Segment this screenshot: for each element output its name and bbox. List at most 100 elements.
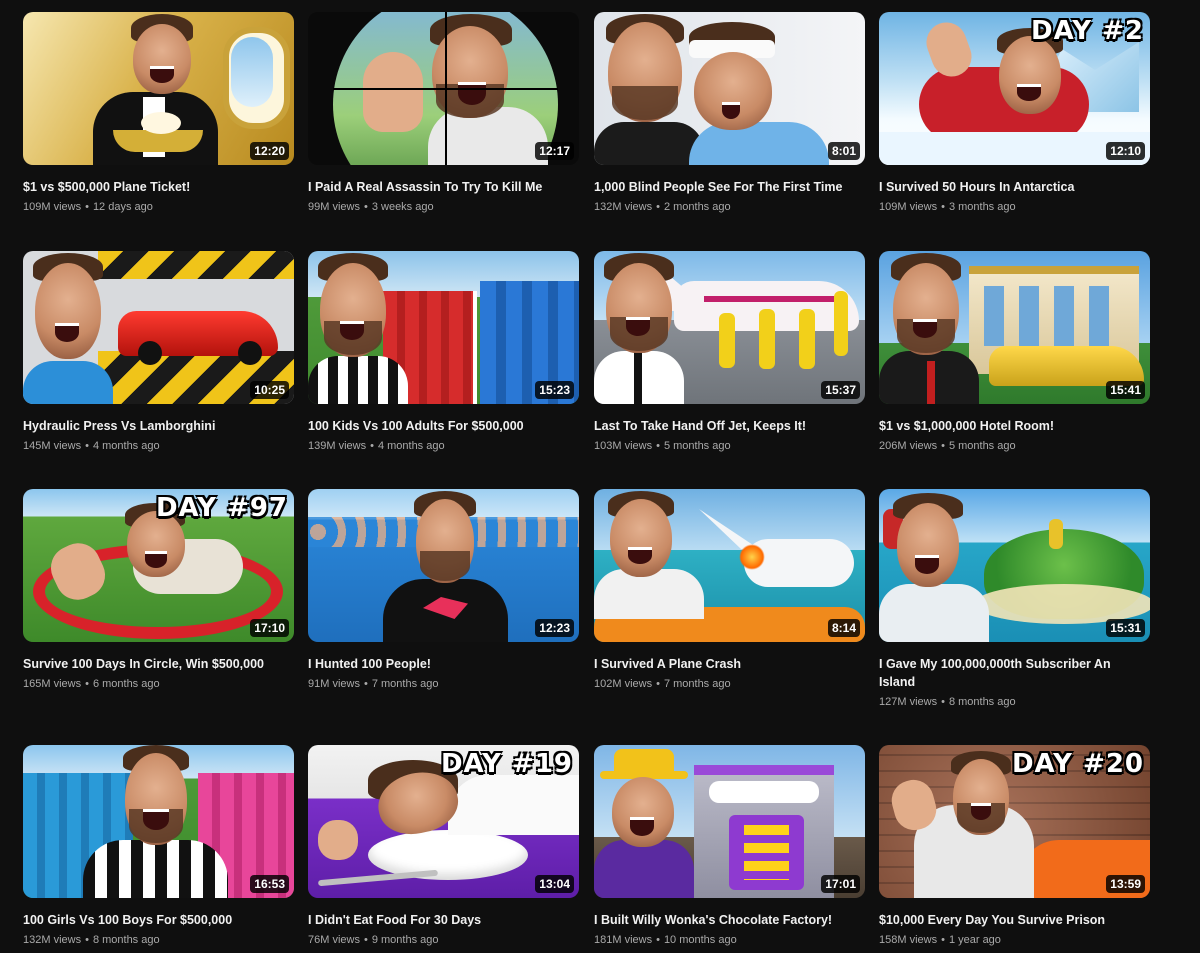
video-title[interactable]: 100 Girls Vs 100 Boys For $500,000 bbox=[23, 911, 294, 929]
video-card[interactable]: 15:23 100 Kids Vs 100 Adults For $500,00… bbox=[308, 251, 579, 453]
video-card[interactable]: DAY #97 17:10 Survive 100 Days In Circle… bbox=[23, 489, 294, 691]
video-meta: 165M views • 6 months ago bbox=[23, 677, 294, 691]
video-card[interactable]: DAY #2 12:10 I Survived 50 Hours In Anta… bbox=[879, 12, 1150, 214]
view-count: 109M views bbox=[23, 201, 82, 213]
video-title[interactable]: I Survived 50 Hours In Antarctica bbox=[879, 178, 1150, 196]
video-meta: 127M views • 8 months ago bbox=[879, 695, 1150, 709]
video-thumbnail[interactable]: 16:53 bbox=[23, 745, 294, 898]
video-thumbnail[interactable]: 8:01 bbox=[594, 12, 865, 165]
video-title[interactable]: I Paid A Real Assassin To Try To Kill Me bbox=[308, 178, 579, 196]
video-card[interactable]: DAY #19 13:04 I Didn't Eat Food For 30 D… bbox=[308, 745, 579, 947]
video-title[interactable]: I Hunted 100 People! bbox=[308, 655, 579, 673]
video-card[interactable]: 15:41 $1 vs $1,000,000 Hotel Room! 206M … bbox=[879, 251, 1150, 453]
video-duration: 16:53 bbox=[250, 875, 289, 893]
view-count: 132M views bbox=[594, 201, 653, 213]
meta-separator: • bbox=[656, 201, 660, 213]
video-title[interactable]: Last To Take Hand Off Jet, Keeps It! bbox=[594, 417, 865, 435]
video-meta: 76M views • 9 months ago bbox=[308, 933, 579, 947]
day-badge: DAY #19 bbox=[440, 749, 573, 779]
video-duration: 13:59 bbox=[1106, 875, 1145, 893]
video-title[interactable]: $10,000 Every Day You Survive Prison bbox=[879, 911, 1150, 929]
video-title[interactable]: $1 vs $1,000,000 Hotel Room! bbox=[879, 417, 1150, 435]
upload-age: 5 months ago bbox=[948, 440, 1016, 452]
view-count: 158M views bbox=[879, 934, 938, 946]
meta-separator: • bbox=[656, 440, 660, 452]
video-thumbnail[interactable]: DAY #97 17:10 bbox=[23, 489, 294, 642]
video-duration: 15:31 bbox=[1106, 619, 1145, 637]
day-badge: DAY #20 bbox=[1011, 749, 1144, 779]
meta-separator: • bbox=[941, 696, 945, 708]
video-thumbnail[interactable]: 12:23 bbox=[308, 489, 579, 642]
video-card[interactable]: 12:20 $1 vs $500,000 Plane Ticket! 109M … bbox=[23, 12, 294, 214]
video-title[interactable]: $1 vs $500,000 Plane Ticket! bbox=[23, 178, 294, 196]
video-duration: 10:25 bbox=[250, 381, 289, 399]
video-thumbnail[interactable]: 15:23 bbox=[308, 251, 579, 404]
meta-separator: • bbox=[363, 934, 368, 946]
meta-separator: • bbox=[85, 440, 89, 452]
video-thumbnail[interactable]: 8:14 bbox=[594, 489, 865, 642]
meta-separator: • bbox=[941, 440, 945, 452]
upload-age: 7 months ago bbox=[371, 678, 439, 690]
video-meta: 99M views • 3 weeks ago bbox=[308, 200, 579, 214]
video-thumbnail[interactable]: DAY #2 12:10 bbox=[879, 12, 1150, 165]
view-count: 103M views bbox=[594, 440, 653, 452]
video-meta: 102M views • 7 months ago bbox=[594, 677, 865, 691]
video-duration: 12:10 bbox=[1106, 142, 1145, 160]
view-count: 127M views bbox=[879, 696, 938, 708]
view-count: 139M views bbox=[308, 440, 367, 452]
video-duration: 12:17 bbox=[535, 142, 574, 160]
video-title[interactable]: Hydraulic Press Vs Lamborghini bbox=[23, 417, 294, 435]
video-duration: 13:04 bbox=[535, 875, 574, 893]
video-thumbnail[interactable]: 15:37 bbox=[594, 251, 865, 404]
video-meta: 206M views • 5 months ago bbox=[879, 439, 1150, 453]
video-card[interactable]: 10:25 Hydraulic Press Vs Lamborghini 145… bbox=[23, 251, 294, 453]
meta-separator: • bbox=[370, 440, 374, 452]
upload-age: 8 months ago bbox=[92, 934, 160, 946]
upload-age: 4 months ago bbox=[377, 440, 445, 452]
video-thumbnail[interactable]: 17:01 bbox=[594, 745, 865, 898]
video-card[interactable]: 16:53 100 Girls Vs 100 Boys For $500,000… bbox=[23, 745, 294, 947]
video-meta: 139M views • 4 months ago bbox=[308, 439, 579, 453]
meta-separator: • bbox=[941, 201, 945, 213]
video-thumbnail[interactable]: 15:31 bbox=[879, 489, 1150, 642]
video-meta: 132M views • 8 months ago bbox=[23, 933, 294, 947]
video-card[interactable]: 8:01 1,000 Blind People See For The Firs… bbox=[594, 12, 865, 214]
video-thumbnail[interactable]: 15:41 bbox=[879, 251, 1150, 404]
day-badge: DAY #97 bbox=[155, 493, 288, 523]
video-card[interactable]: 12:17 I Paid A Real Assassin To Try To K… bbox=[308, 12, 579, 214]
upload-age: 6 months ago bbox=[92, 678, 160, 690]
video-meta: 181M views • 10 months ago bbox=[594, 933, 865, 947]
video-duration: 12:20 bbox=[250, 142, 289, 160]
upload-age: 9 months ago bbox=[371, 934, 439, 946]
video-card[interactable]: DAY #20 13:59 $10,000 Every Day You Surv… bbox=[879, 745, 1150, 947]
upload-age: 2 months ago bbox=[663, 201, 731, 213]
view-count: 181M views bbox=[594, 934, 653, 946]
video-title[interactable]: Survive 100 Days In Circle, Win $500,000 bbox=[23, 655, 294, 673]
upload-age: 7 months ago bbox=[663, 678, 731, 690]
video-card[interactable]: 15:37 Last To Take Hand Off Jet, Keeps I… bbox=[594, 251, 865, 453]
video-duration: 12:23 bbox=[535, 619, 574, 637]
upload-age: 3 months ago bbox=[948, 201, 1016, 213]
upload-age: 10 months ago bbox=[663, 934, 737, 946]
video-card[interactable]: 15:31 I Gave My 100,000,000th Subscriber… bbox=[879, 489, 1150, 709]
video-thumbnail[interactable]: DAY #19 13:04 bbox=[308, 745, 579, 898]
video-title[interactable]: I Survived A Plane Crash bbox=[594, 655, 865, 673]
video-thumbnail[interactable]: 12:20 bbox=[23, 12, 294, 165]
video-thumbnail[interactable]: 12:17 bbox=[308, 12, 579, 165]
video-thumbnail[interactable]: 10:25 bbox=[23, 251, 294, 404]
video-duration: 17:10 bbox=[250, 619, 289, 637]
video-title[interactable]: I Didn't Eat Food For 30 Days bbox=[308, 911, 579, 929]
video-card[interactable]: 12:23 I Hunted 100 People! 91M views • 7 m… bbox=[308, 489, 579, 691]
video-meta: 145M views • 4 months ago bbox=[23, 439, 294, 453]
video-card[interactable]: 8:14 I Survived A Plane Crash 102M views… bbox=[594, 489, 865, 691]
upload-age: 12 days ago bbox=[92, 201, 153, 213]
video-meta: 91M views • 7 months ago bbox=[308, 677, 579, 691]
video-title[interactable]: I Built Willy Wonka's Chocolate Factory! bbox=[594, 911, 865, 929]
meta-separator: • bbox=[941, 934, 945, 946]
video-meta: 109M views • 12 days ago bbox=[23, 200, 294, 214]
video-card[interactable]: 17:01 I Built Willy Wonka's Chocolate Fa… bbox=[594, 745, 865, 947]
video-title[interactable]: 100 Kids Vs 100 Adults For $500,000 bbox=[308, 417, 579, 435]
video-title[interactable]: I Gave My 100,000,000th Subscriber An Is… bbox=[879, 655, 1150, 691]
video-title[interactable]: 1,000 Blind People See For The First Tim… bbox=[594, 178, 865, 196]
video-thumbnail[interactable]: DAY #20 13:59 bbox=[879, 745, 1150, 898]
